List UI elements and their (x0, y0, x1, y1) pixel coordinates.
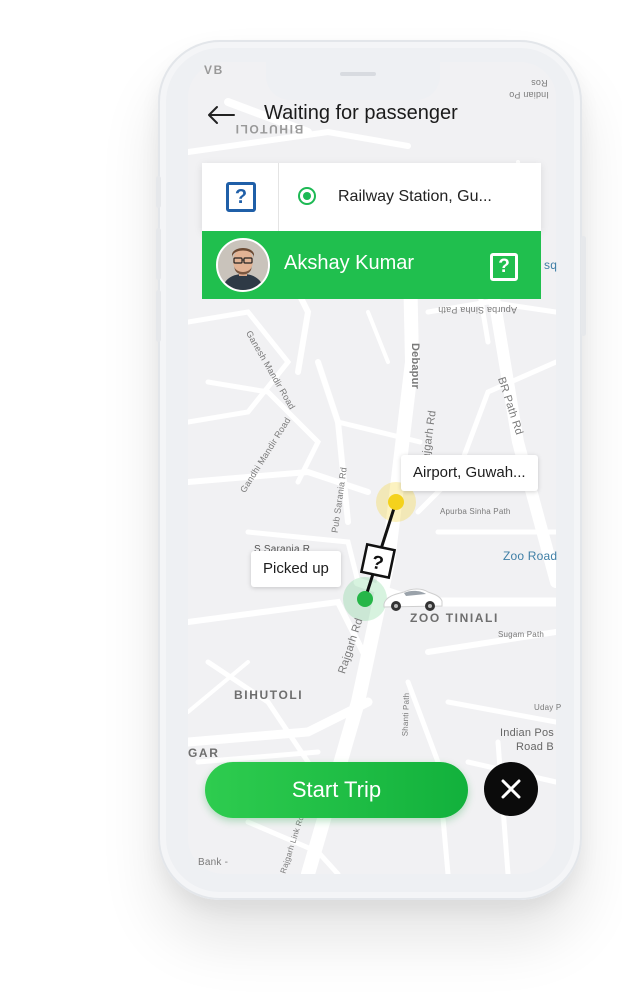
driver-card[interactable]: Akshay Kumar ? (202, 231, 541, 299)
map-label: sq (544, 258, 558, 272)
pickup-location: Railway Station, Gu... (338, 188, 492, 205)
phone-volume-up-button (156, 228, 161, 280)
map-label: Debapur (409, 342, 422, 390)
dropoff-label: Airport, Guwah... (401, 455, 538, 491)
avatar (216, 238, 270, 292)
map-label: Shanti Path (400, 692, 412, 737)
trip-status-label: Picked up (251, 551, 341, 587)
map-label: ZOO TINIALI (410, 611, 499, 625)
map-label: BIHUTOLI (234, 688, 304, 702)
map-label: Ros (531, 78, 548, 88)
card-divider (278, 163, 279, 231)
pickup-marker (357, 591, 373, 607)
map-label: Uday P (534, 703, 562, 712)
pickup-card[interactable]: ? Railway Station, Gu... (202, 163, 541, 231)
driver-help-icon[interactable]: ? (490, 253, 518, 281)
phone-notch (266, 56, 440, 100)
dropoff-marker (388, 494, 404, 510)
route-midpoint-icon: ? (359, 542, 397, 580)
map-label: Zoo Road (503, 549, 558, 563)
map-label: GAR (188, 746, 220, 760)
help-icon[interactable]: ? (226, 182, 256, 212)
pickup-radio-icon (298, 187, 316, 205)
start-trip-button[interactable]: Start Trip (205, 762, 468, 818)
map-label: Sugam Path (498, 630, 545, 639)
map-label: Apurba Sinha Path (440, 507, 511, 516)
map-label: Indian Pos (500, 727, 554, 739)
close-icon (501, 779, 521, 799)
phone-side-button (156, 176, 161, 208)
map-label: Indian Po (509, 90, 549, 100)
phone-speaker (340, 72, 376, 76)
back-arrow-icon[interactable] (206, 100, 236, 130)
phone-power-button (581, 236, 586, 336)
page-title: Waiting for passenger (264, 102, 458, 124)
driver-name: Akshay Kumar (284, 252, 415, 274)
map-label: Bank - (198, 857, 229, 868)
map-label: Apurba Sinha Path (438, 305, 517, 315)
map-label: Road B (516, 741, 554, 753)
phone-volume-down-button (156, 290, 161, 342)
map-label: VB (204, 63, 224, 77)
cancel-trip-button[interactable] (484, 762, 538, 816)
